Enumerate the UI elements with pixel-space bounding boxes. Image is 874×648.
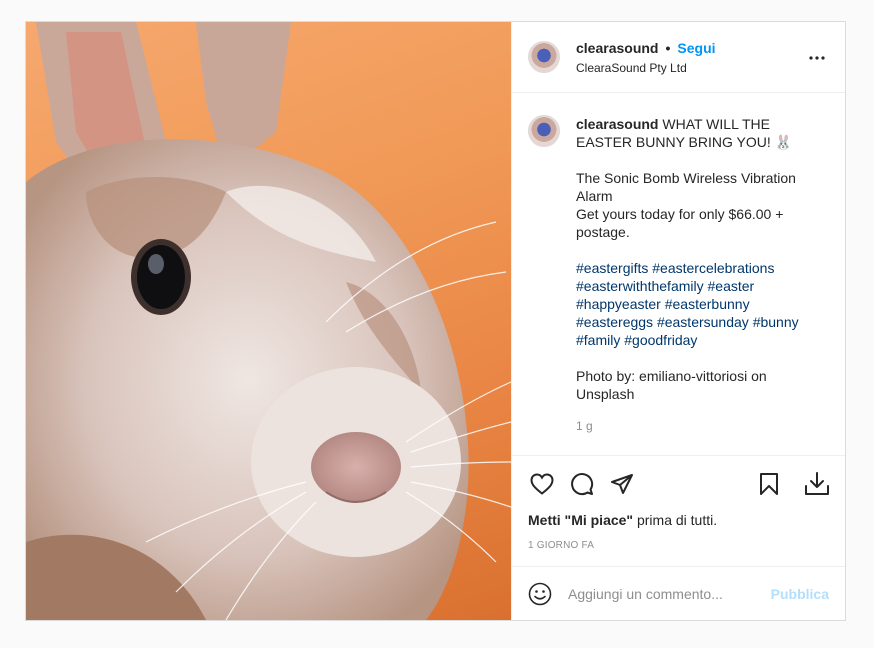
save-button[interactable] [755,470,783,498]
comment-input[interactable] [568,585,771,602]
share-button[interactable] [608,470,636,498]
like-button[interactable] [528,470,556,498]
likes-text: Metti "Mi piace" prima di tutti. [512,512,845,528]
bunny-photo-illustration [26,22,511,620]
comment-bubble-icon [571,473,594,496]
add-comment-bar: Pubblica [512,566,845,620]
instagram-post: clearasound • Segui ClearaSound Pty Ltd … [25,21,846,621]
more-options-button[interactable] [807,48,827,68]
smiley-icon[interactable] [528,582,552,606]
comments-section: clearasound WHAT WILL THE EASTER BUNNY B… [512,93,845,456]
action-bar [512,456,845,512]
hashtag[interactable]: #eastersunday [657,314,749,330]
hashtag[interactable]: #eastercelebrations [652,260,774,276]
like-first-link[interactable]: Metti "Mi piace" [528,512,633,528]
hashtag[interactable]: #family [576,332,620,348]
caption: clearasound WHAT WILL THE EASTER BUNNY B… [576,115,821,455]
avatar[interactable] [528,41,560,73]
hashtag[interactable]: #eastereggs [576,314,653,330]
download-icon [805,472,829,495]
header-row: clearasound • Segui [576,40,716,56]
hashtag[interactable]: #happyeaster [576,296,661,312]
hashtag-list: #eastergifts #eastercelebrations #easter… [576,259,821,349]
paper-plane-icon [611,474,633,494]
hashtag[interactable]: #easterwiththefamily [576,278,704,294]
hashtag[interactable]: #goodfriday [624,332,697,348]
hashtag[interactable]: #easterbunny [665,296,750,312]
header-username[interactable]: clearasound [576,40,658,56]
header-location[interactable]: ClearaSound Pty Ltd [576,61,716,75]
separator-dot: • [665,39,671,56]
hashtag[interactable]: #easter [708,278,755,294]
caption-avatar[interactable] [528,115,560,147]
hashtag[interactable]: #bunny [753,314,799,330]
comment-button[interactable] [568,470,596,498]
post-header: clearasound • Segui ClearaSound Pty Ltd [512,22,845,93]
post-side-panel: clearasound • Segui ClearaSound Pty Ltd … [511,22,845,620]
caption-username[interactable]: clearasound [576,116,658,132]
post-time-ago[interactable]: 1 GIORNO FA [512,540,845,551]
likes-rest: prima di tutti. [633,512,718,528]
header-text: clearasound • Segui ClearaSound Pty Ltd [576,40,716,75]
bookmark-icon [760,473,778,495]
follow-button[interactable]: Segui [677,40,715,56]
publish-button[interactable]: Pubblica [771,586,829,602]
post-photo[interactable] [26,22,511,620]
heart-icon [530,473,554,495]
more-horizontal-icon [809,56,825,60]
caption-text: WHAT WILL THE EASTER BUNNY BRING YOU! 🐰 … [576,116,796,240]
download-button[interactable] [803,470,831,498]
caption-text-block: clearasound WHAT WILL THE EASTER BUNNY B… [576,115,821,241]
hashtag[interactable]: #eastergifts [576,260,648,276]
photo-credit: Photo by: emiliano-vittoriosi on Unsplas… [576,368,767,402]
caption-timestamp[interactable]: 1 g [576,419,821,433]
